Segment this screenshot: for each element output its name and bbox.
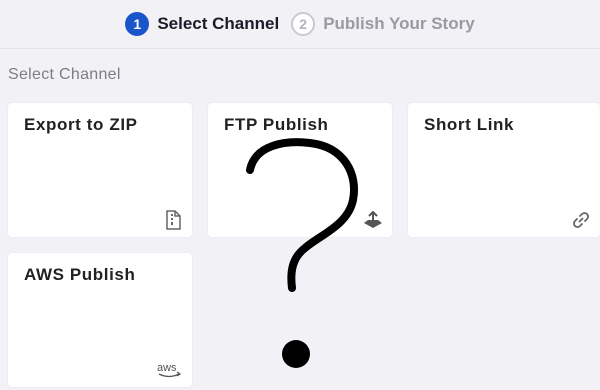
zip-file-icon — [162, 209, 184, 231]
channel-label: Short Link — [424, 115, 515, 134]
step-number: 1 — [125, 12, 150, 36]
channel-card-export-zip[interactable]: Export to ZIP — [8, 103, 192, 237]
link-icon — [570, 209, 592, 231]
section-title: Select Channel — [8, 66, 121, 83]
channel-label: FTP Publish — [224, 115, 329, 134]
step-label: Select Channel — [157, 14, 280, 33]
aws-logo-text: aws — [157, 362, 177, 374]
channel-card-aws-publish[interactable]: AWS Publish aws — [8, 253, 192, 387]
channel-card-ftp-publish[interactable]: FTP Publish — [208, 103, 392, 237]
stepper: 1 Select Channel 2 Publish Your Story — [0, 0, 600, 49]
step-select-channel[interactable]: 1 Select Channel — [125, 12, 279, 36]
step-label: Publish Your Story — [323, 14, 475, 33]
channel-label: Export to ZIP — [24, 115, 138, 134]
step-publish-story[interactable]: 2 Publish Your Story — [291, 12, 475, 36]
channel-card-short-link[interactable]: Short Link — [408, 103, 600, 237]
upload-tray-icon — [362, 209, 384, 231]
step-number: 2 — [291, 12, 316, 36]
aws-logo-icon: aws — [156, 359, 184, 381]
channel-label: AWS Publish — [24, 265, 136, 284]
